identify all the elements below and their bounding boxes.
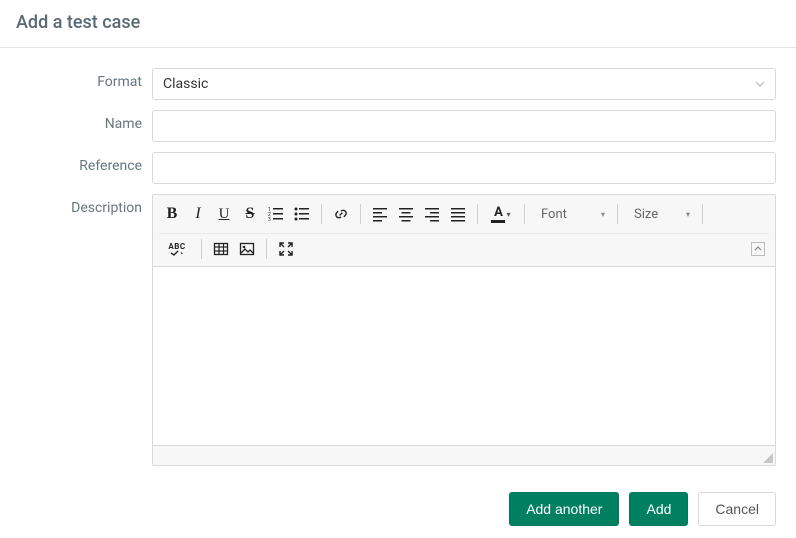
caret-icon: ▾ xyxy=(686,210,690,219)
align-justify-button[interactable] xyxy=(445,201,471,227)
name-input[interactable] xyxy=(152,110,776,142)
image-button[interactable] xyxy=(234,236,260,262)
rich-text-editor: B I U S 123 xyxy=(152,194,776,466)
link-button[interactable] xyxy=(328,201,354,227)
format-value: Classic xyxy=(163,76,208,92)
reference-input[interactable] xyxy=(152,152,776,184)
toolbar-separator xyxy=(702,204,703,224)
size-combo[interactable]: Size ▾ xyxy=(624,201,696,227)
toolbar-separator xyxy=(266,239,267,259)
bold-button[interactable]: B xyxy=(159,201,185,227)
toolbar-separator xyxy=(477,204,478,224)
caret-icon: ▾ xyxy=(506,210,510,219)
align-right-button[interactable] xyxy=(419,201,445,227)
align-center-button[interactable] xyxy=(393,201,419,227)
chevron-down-icon xyxy=(755,79,765,89)
maximize-button[interactable] xyxy=(273,236,299,262)
strikethrough-button[interactable]: S xyxy=(237,201,263,227)
table-button[interactable] xyxy=(208,236,234,262)
toolbar-separator xyxy=(201,239,202,259)
actions-bar: Add another Add Cancel xyxy=(0,476,796,526)
editor-toolbar: B I U S 123 xyxy=(153,195,775,267)
collapse-toolbar-button[interactable] xyxy=(751,242,765,256)
name-label: Name xyxy=(0,110,152,132)
size-combo-label: Size xyxy=(634,207,658,222)
add-another-button[interactable]: Add another xyxy=(509,492,619,526)
format-label: Format xyxy=(0,68,152,90)
toolbar-separator xyxy=(360,204,361,224)
font-combo[interactable]: Font ▾ xyxy=(531,201,611,227)
caret-icon: ▾ xyxy=(601,210,605,219)
italic-button[interactable]: I xyxy=(185,201,211,227)
form: Format Classic Name Reference Descriptio… xyxy=(0,48,796,466)
toolbar-separator xyxy=(617,204,618,224)
cancel-button[interactable]: Cancel xyxy=(698,492,776,526)
add-button[interactable]: Add xyxy=(629,492,688,526)
text-color-button[interactable]: A ▾ xyxy=(484,201,518,227)
editor-body[interactable] xyxy=(153,267,775,445)
ordered-list-button[interactable]: 123 xyxy=(263,201,289,227)
reference-label: Reference xyxy=(0,152,152,174)
toolbar-separator xyxy=(321,204,322,224)
unordered-list-button[interactable] xyxy=(289,201,315,227)
format-select[interactable]: Classic xyxy=(152,68,776,100)
underline-button[interactable]: U xyxy=(211,201,237,227)
svg-text:3: 3 xyxy=(268,217,271,222)
toolbar-separator xyxy=(524,204,525,224)
spellcheck-button[interactable]: ABC xyxy=(159,236,195,262)
editor-footer xyxy=(153,445,775,465)
font-combo-label: Font xyxy=(541,207,567,222)
align-left-button[interactable] xyxy=(367,201,393,227)
description-label: Description xyxy=(0,194,152,216)
page-title: Add a test case xyxy=(16,12,780,33)
resize-grip[interactable] xyxy=(763,453,773,463)
